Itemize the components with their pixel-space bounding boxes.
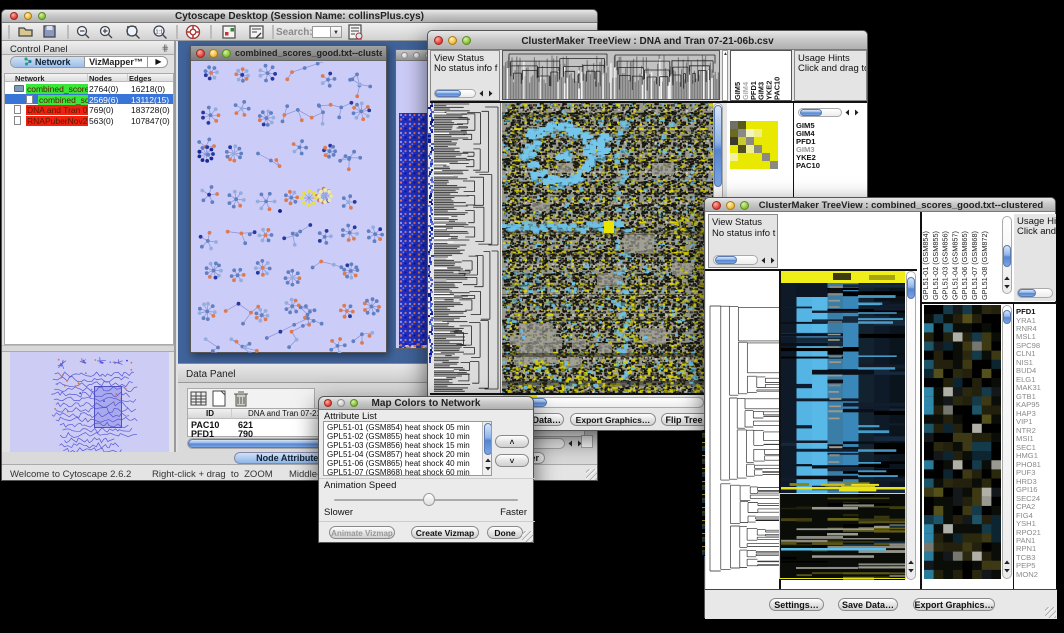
svg-text:1:1: 1:1 [156, 30, 164, 36]
svg-text:GPL51-02 (GSM855): GPL51-02 (GSM855) [931, 231, 940, 300]
svg-text:PAC10: PAC10 [773, 77, 782, 100]
svg-text:GPL51-03 (GSM856): GPL51-03 (GSM856) [941, 231, 950, 300]
svg-text:GPL51-07 (GSM868): GPL51-07 (GSM868) [970, 231, 979, 300]
svg-text:GPL51-08 (GSM872): GPL51-08 (GSM872) [980, 231, 989, 300]
svg-text:GPL51-04 (GSM857): GPL51-04 (GSM857) [950, 231, 959, 300]
svg-text:Search:: Search: [276, 27, 313, 38]
svg-text:GPL51-01 (GSM854): GPL51-01 (GSM854) [922, 231, 930, 300]
svg-text:GPL51-06 (GSM865): GPL51-06 (GSM865) [960, 231, 969, 300]
